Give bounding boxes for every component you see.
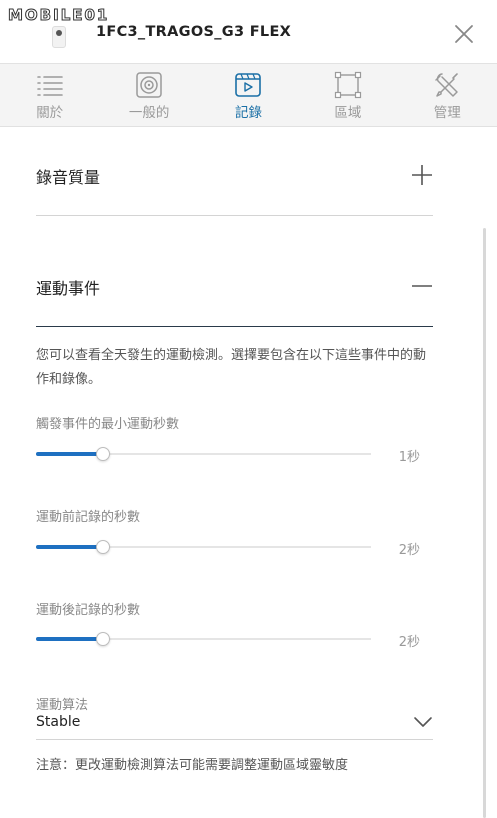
speaker-icon xyxy=(136,72,162,98)
motion-events-header[interactable]: 運動事件 xyxy=(36,275,433,315)
plus-icon[interactable] xyxy=(411,164,433,186)
tab-label: 關於 xyxy=(36,105,64,121)
tab-manage[interactable]: 管理 xyxy=(398,64,497,127)
motion-description: 您可以查看全天發生的運動檢測。選擇要包含在以下這些事件中的動作和錄像。 xyxy=(36,348,427,387)
settings-tabs: 關於 一般的 記錄 區域 管理 xyxy=(0,64,497,127)
settings-content: 錄音質量 運動事件 您可以查看全天發生的運動檢測。選擇要包含在以下這些事件中的動… xyxy=(0,128,497,818)
scrollbar[interactable] xyxy=(483,228,486,818)
camera-thumbnail xyxy=(52,26,66,48)
tab-general[interactable]: 一般的 xyxy=(99,64,198,127)
algorithm-select[interactable]: Stable xyxy=(36,712,433,740)
tab-label: 管理 xyxy=(433,105,461,121)
tab-zones[interactable]: 區域 xyxy=(298,64,397,127)
algorithm-value: Stable xyxy=(36,714,81,730)
pre-motion-seconds-slider[interactable] xyxy=(36,540,371,554)
tab-label: 一般的 xyxy=(128,105,170,121)
tab-recording[interactable]: 記錄 xyxy=(199,64,298,127)
section-title: 錄音質量 xyxy=(36,168,101,187)
slider-fill xyxy=(36,637,103,641)
tab-label: 區域 xyxy=(334,105,362,121)
slider-fill xyxy=(36,452,103,456)
divider xyxy=(36,326,433,327)
divider xyxy=(36,215,433,216)
list-icon xyxy=(36,76,63,96)
slider-value: 1秒 xyxy=(398,450,420,465)
close-icon[interactable] xyxy=(452,22,476,46)
min-motion-seconds-slider[interactable] xyxy=(36,447,371,461)
slider-label: 運動前記錄的秒數 xyxy=(36,510,141,525)
zone-icon xyxy=(334,71,361,99)
slider-fill xyxy=(36,545,103,549)
tools-icon xyxy=(435,73,458,97)
recording-quality-header[interactable]: 錄音質量 xyxy=(36,164,433,204)
tab-label: 記錄 xyxy=(234,105,262,121)
slider-label: 觸發事件的最小運動秒數 xyxy=(36,417,180,432)
slider-value: 2秒 xyxy=(398,635,420,650)
slider-label: 運動後記錄的秒數 xyxy=(36,603,141,618)
chevron-down-icon xyxy=(414,717,432,727)
slider-thumb[interactable] xyxy=(96,540,110,554)
slider-thumb[interactable] xyxy=(96,447,110,461)
video-icon xyxy=(235,73,262,97)
section-title: 運動事件 xyxy=(36,279,101,298)
device-name: 1FC3_TRAGOS_G3 FLEX xyxy=(96,24,292,40)
tab-about[interactable]: 關於 xyxy=(0,64,99,127)
minus-icon[interactable] xyxy=(411,275,433,297)
algorithm-note: 注意：更改運動檢測算法可能需要調整運動區域靈敏度 xyxy=(36,758,349,773)
watermark: MOBILE01 xyxy=(7,6,110,25)
dialog-header: MOBILE01 1FC3_TRAGOS_G3 FLEX xyxy=(0,0,497,64)
algorithm-label: 運動算法 xyxy=(36,698,89,713)
post-motion-seconds-slider[interactable] xyxy=(36,632,371,646)
slider-thumb[interactable] xyxy=(96,632,110,646)
slider-value: 2秒 xyxy=(398,543,420,558)
